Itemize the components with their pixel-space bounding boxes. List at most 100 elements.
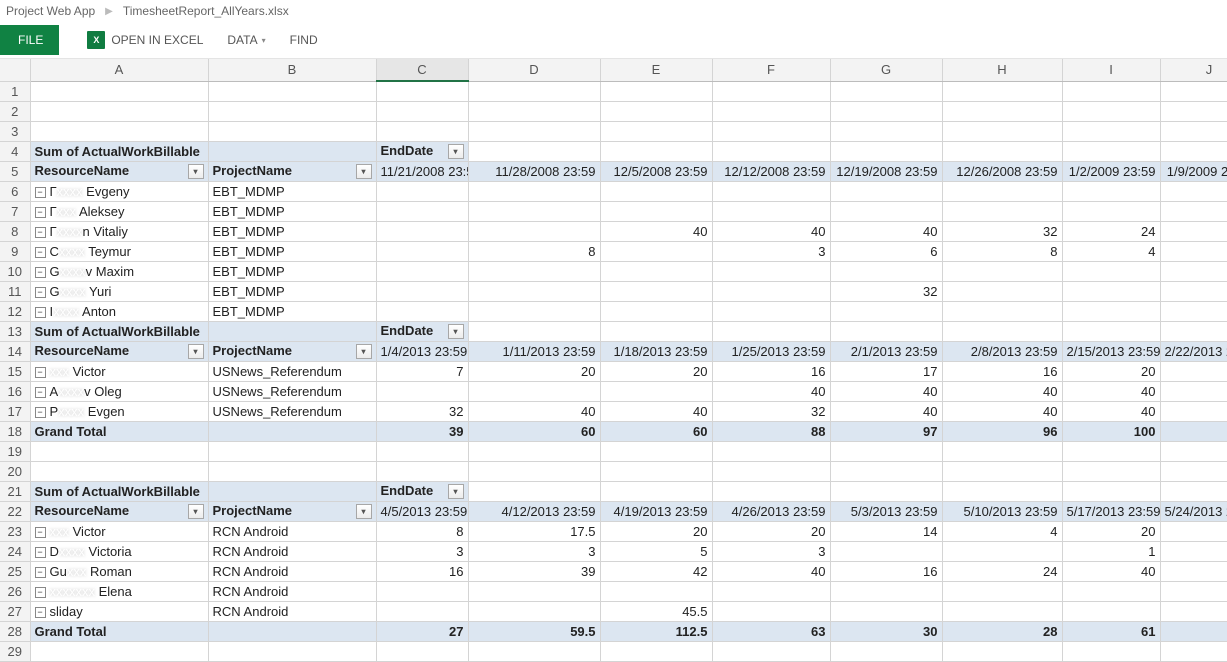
project-cell[interactable]: RCN Android [208, 521, 376, 541]
collapse-icon[interactable]: − [35, 207, 46, 218]
filter-button[interactable]: ▾ [356, 164, 372, 179]
filter-button[interactable]: ▾ [448, 144, 464, 159]
row-2[interactable]: 2 [0, 101, 30, 121]
pivot-columns-row: 14 ResourceName▾ ProjectName▾ 1/4/2013 2… [0, 341, 1227, 361]
file-tab[interactable]: FILE [0, 25, 59, 55]
project-cell[interactable]: USNews_Referendum [208, 401, 376, 421]
row-3[interactable]: 3 [0, 121, 30, 141]
filter-button[interactable]: ▾ [448, 324, 464, 339]
filter-button[interactable]: ▾ [448, 484, 464, 499]
collapse-icon[interactable]: − [35, 607, 46, 618]
collapse-icon[interactable]: − [35, 587, 46, 598]
data-row: 24 −Dxxxx Victoria RCN Android 33531 [0, 541, 1227, 561]
resource-cell[interactable]: −Сxxxx Teymur [30, 241, 208, 261]
data-row: 12 −Ixxxx Anton EBT_MDMP [0, 301, 1227, 321]
resource-cell[interactable]: −xxx Victor [30, 521, 208, 541]
select-all-corner[interactable] [0, 59, 30, 81]
data-row: 9 −Сxxxx Teymur EBT_MDMP 83684 [0, 241, 1227, 261]
col-B[interactable]: B [208, 59, 376, 81]
pivot-columns-row: 22 ResourceName▾ ProjectName▾ 4/5/2013 2… [0, 501, 1227, 521]
data-row: 26 −xxxxxxx Elena RCN Android [0, 581, 1227, 601]
project-cell[interactable]: RCN Android [208, 561, 376, 581]
resource-cell[interactable]: −Гxxx Aleksey [30, 201, 208, 221]
resource-cell[interactable]: −Аxxxxv Oleg [30, 381, 208, 401]
filter-button[interactable]: ▾ [356, 504, 372, 519]
resource-cell[interactable]: −xxxxxxx Elena [30, 581, 208, 601]
collapse-icon[interactable]: − [35, 367, 46, 378]
data-row: 6 −Гxxxx Evgeny EBT_MDMP [0, 181, 1227, 201]
resource-cell[interactable]: −Ixxxx Anton [30, 301, 208, 321]
project-cell[interactable]: EBT_MDMP [208, 301, 376, 321]
col-I[interactable]: I [1062, 59, 1160, 81]
col-D[interactable]: D [468, 59, 600, 81]
pivot-header-row: 4 Sum of ActualWorkBillable EndDate▾ [0, 141, 1227, 161]
project-cell[interactable]: RCN Android [208, 541, 376, 561]
project-cell[interactable]: EBT_MDMP [208, 241, 376, 261]
col-J[interactable]: J [1160, 59, 1227, 81]
collapse-icon[interactable]: − [35, 567, 46, 578]
data-row: 27 −sliday RCN Android 45.5 [0, 601, 1227, 621]
project-cell[interactable]: USNews_Referendum [208, 361, 376, 381]
resource-cell[interactable]: −sliday [30, 601, 208, 621]
row-5[interactable]: 5 [0, 161, 30, 181]
collapse-icon[interactable]: − [35, 547, 46, 558]
breadcrumb: Project Web App ▶ TimesheetReport_AllYea… [0, 0, 1227, 22]
spreadsheet[interactable]: A B C D E F G H I J 1 2 3 4 Sum of Actua… [0, 58, 1227, 662]
project-cell[interactable]: EBT_MDMP [208, 261, 376, 281]
filter-button[interactable]: ▾ [356, 344, 372, 359]
collapse-icon[interactable]: − [35, 247, 46, 258]
collapse-icon[interactable]: − [35, 287, 46, 298]
grand-total-row: 18 Grand Total 39606088979610074.5 [0, 421, 1227, 441]
collapse-icon[interactable]: − [35, 187, 46, 198]
data-row: 8 −Гxxxxn Vitaliy EBT_MDMP 404040322440 [0, 221, 1227, 241]
col-A[interactable]: A [30, 59, 208, 81]
data-row: 7 −Гxxx Aleksey EBT_MDMP [0, 201, 1227, 221]
project-cell[interactable]: EBT_MDMP [208, 221, 376, 241]
ribbon: FILE X OPEN IN EXCEL DATA▾ FIND [0, 22, 1227, 58]
breadcrumb-file: TimesheetReport_AllYears.xlsx [123, 4, 289, 18]
collapse-icon[interactable]: − [35, 387, 46, 398]
collapse-icon[interactable]: − [35, 267, 46, 278]
project-cell[interactable]: RCN Android [208, 601, 376, 621]
project-cell[interactable]: EBT_MDMP [208, 181, 376, 201]
col-E[interactable]: E [600, 59, 712, 81]
row-1[interactable]: 1 [0, 81, 30, 101]
row-4[interactable]: 4 [0, 141, 30, 161]
project-cell[interactable]: EBT_MDMP [208, 281, 376, 301]
collapse-icon[interactable]: − [35, 307, 46, 318]
collapse-icon[interactable]: − [35, 407, 46, 418]
resource-cell[interactable]: −Гxxxx Evgeny [30, 181, 208, 201]
resource-cell[interactable]: −xxx Victor [30, 361, 208, 381]
col-G[interactable]: G [830, 59, 942, 81]
data-row: 15 −xxx Victor USNews_Referendum 7202016… [0, 361, 1227, 381]
filter-button[interactable]: ▾ [188, 164, 204, 179]
col-F[interactable]: F [712, 59, 830, 81]
collapse-icon[interactable]: − [35, 227, 46, 238]
grid[interactable]: A B C D E F G H I J 1 2 3 4 Sum of Actua… [0, 59, 1227, 662]
resource-cell[interactable]: −Gxxxx Yuri [30, 281, 208, 301]
resource-cell[interactable]: −Гxxxxn Vitaliy [30, 221, 208, 241]
filter-button[interactable]: ▾ [188, 344, 204, 359]
col-H[interactable]: H [942, 59, 1062, 81]
breadcrumb-root[interactable]: Project Web App [6, 4, 95, 18]
data-menu[interactable]: DATA▾ [227, 33, 265, 47]
data-row: 10 −Gxxxxv Maxim EBT_MDMP [0, 261, 1227, 281]
resource-cell[interactable]: −Dxxxx Victoria [30, 541, 208, 561]
project-cell[interactable]: USNews_Referendum [208, 381, 376, 401]
collapse-icon[interactable]: − [35, 527, 46, 538]
resource-name-label: ResourceName▾ [30, 161, 208, 181]
open-in-excel-button[interactable]: X OPEN IN EXCEL [87, 31, 203, 49]
filter-button[interactable]: ▾ [188, 504, 204, 519]
data-row: 17 −Рxxxx Evgen USNews_Referendum 324040… [0, 401, 1227, 421]
resource-cell[interactable]: −Рxxxx Evgen [30, 401, 208, 421]
pivot-columns-row: 5 ResourceName▾ ProjectName▾ 11/21/2008 … [0, 161, 1227, 181]
excel-icon: X [87, 31, 105, 49]
find-button[interactable]: FIND [290, 33, 318, 47]
project-cell[interactable]: EBT_MDMP [208, 201, 376, 221]
col-C[interactable]: C [376, 59, 468, 81]
sum-label: Sum of ActualWorkBillable [30, 141, 208, 161]
project-cell[interactable]: RCN Android [208, 581, 376, 601]
resource-cell[interactable]: −Guxxx Roman [30, 561, 208, 581]
data-row: 23 −xxx Victor RCN Android 817.520201442… [0, 521, 1227, 541]
resource-cell[interactable]: −Gxxxxv Maxim [30, 261, 208, 281]
